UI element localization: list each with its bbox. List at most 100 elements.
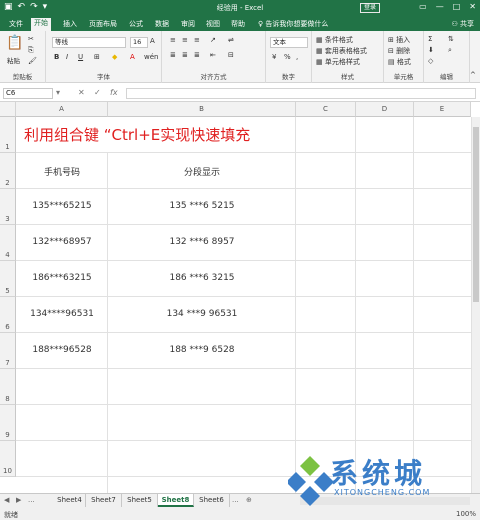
align-middle-icon[interactable]: ≡: [182, 36, 188, 44]
row-header-9[interactable]: 9: [0, 405, 16, 441]
copy-icon[interactable]: ⎘: [28, 46, 34, 55]
sheet-tab-sheet5[interactable]: Sheet5: [122, 494, 158, 507]
tab-help[interactable]: 帮助: [228, 19, 248, 30]
minimize-icon[interactable]: —: [436, 2, 444, 11]
cell-b3[interactable]: 135 ***6 5215: [108, 201, 296, 211]
merge-center-icon[interactable]: ⊟: [228, 51, 234, 59]
format-as-table-button[interactable]: ▦ 套用表格格式: [316, 46, 367, 56]
cell-b6[interactable]: 134 ***9 96531: [108, 309, 296, 319]
cell-styles-button[interactable]: ▦ 单元格样式: [316, 57, 360, 67]
autosum-icon[interactable]: Σ: [428, 35, 432, 43]
sort-filter-icon[interactable]: ⇅: [448, 35, 454, 43]
conditional-format-button[interactable]: ▦ 条件格式: [316, 35, 353, 45]
enter-icon[interactable]: ✓: [94, 88, 101, 97]
tab-home[interactable]: 开始: [31, 18, 51, 31]
row-header-8[interactable]: 8: [0, 369, 16, 405]
row-header-1[interactable]: 1: [0, 117, 16, 153]
close-icon[interactable]: ✕: [469, 2, 476, 11]
cell-b7[interactable]: 188 ***9 6528: [108, 345, 296, 355]
more-sheets-left-icon[interactable]: ...: [28, 496, 35, 504]
column-header-a[interactable]: A: [16, 102, 108, 117]
tab-data[interactable]: 数据: [152, 19, 172, 30]
next-sheet-icon[interactable]: ▶: [16, 496, 21, 504]
row-header-5[interactable]: 5: [0, 261, 16, 297]
select-all-corner[interactable]: [0, 102, 16, 117]
orientation-icon[interactable]: ↗: [210, 36, 216, 44]
align-left-icon[interactable]: ≣: [170, 51, 176, 59]
name-box-dropdown-icon[interactable]: ▾: [56, 88, 60, 97]
column-header-b[interactable]: B: [108, 102, 296, 117]
font-name-select[interactable]: 等线: [52, 37, 126, 48]
maximize-icon[interactable]: □: [453, 2, 461, 11]
align-bottom-icon[interactable]: ≡: [194, 36, 200, 44]
italic-icon[interactable]: I: [66, 53, 68, 61]
vertical-scrollbar[interactable]: [471, 117, 480, 493]
tab-file[interactable]: 文件: [6, 19, 26, 30]
increase-font-icon[interactable]: A: [150, 37, 155, 45]
currency-icon[interactable]: ¥: [272, 53, 276, 61]
indent-icon[interactable]: ⇤: [210, 51, 216, 59]
cell-a4[interactable]: 132***68957: [16, 237, 108, 247]
format-cells-button[interactable]: ▤ 格式: [388, 57, 411, 67]
collapse-ribbon-icon[interactable]: ^: [470, 71, 476, 79]
name-box[interactable]: C6: [3, 88, 53, 99]
share-button[interactable]: ⚇ 共享: [451, 19, 474, 29]
column-header-d[interactable]: D: [356, 102, 414, 117]
paste-label[interactable]: 粘贴: [7, 55, 20, 65]
more-sheets-right-icon[interactable]: ...: [232, 496, 239, 504]
align-top-icon[interactable]: ≡: [170, 36, 176, 44]
scroll-thumb[interactable]: [473, 127, 479, 302]
find-select-icon[interactable]: ⌕: [448, 46, 452, 55]
cell-a5[interactable]: 186***63215: [16, 273, 108, 283]
tell-me-box[interactable]: ♀ 告诉我你想要做什么: [258, 19, 328, 29]
cut-icon[interactable]: ✂: [28, 35, 34, 43]
insert-function-icon[interactable]: fx: [110, 88, 118, 97]
column-header-c[interactable]: C: [296, 102, 356, 117]
cell-a2-header[interactable]: 手机号码: [16, 165, 108, 178]
percent-icon[interactable]: %: [284, 53, 291, 61]
border-icon[interactable]: ⊞: [94, 53, 100, 61]
tab-formulas[interactable]: 公式: [126, 19, 146, 30]
prev-sheet-icon[interactable]: ◀: [4, 496, 9, 504]
font-color-icon[interactable]: A: [130, 53, 135, 61]
cell-a7[interactable]: 188***96528: [16, 345, 108, 355]
row-header-6[interactable]: 6: [0, 297, 16, 333]
row-header-3[interactable]: 3: [0, 189, 16, 225]
tab-review[interactable]: 审阅: [178, 19, 198, 30]
align-center-icon[interactable]: ≣: [182, 51, 188, 59]
sheet-tab-sheet7[interactable]: Sheet7: [86, 494, 122, 507]
cell-a6[interactable]: 134****96531: [16, 309, 108, 319]
cell-b4[interactable]: 132 ***6 8957: [108, 237, 296, 247]
paste-icon[interactable]: 📋: [6, 35, 23, 51]
underline-icon[interactable]: U: [78, 53, 83, 61]
bold-icon[interactable]: B: [54, 53, 59, 61]
cell-a1-title[interactable]: 利用组合键 “Ctrl+E实现快速填充: [24, 124, 250, 145]
tab-page-layout[interactable]: 页面布局: [86, 19, 120, 30]
fill-icon[interactable]: ⬇: [428, 46, 434, 54]
phonetic-icon[interactable]: wén: [144, 53, 158, 61]
clear-icon[interactable]: ◇: [428, 57, 433, 65]
zoom-level[interactable]: 100%: [456, 510, 476, 518]
add-sheet-icon[interactable]: ⊕: [246, 496, 252, 504]
cell-b2-header[interactable]: 分段显示: [108, 165, 296, 178]
align-right-icon[interactable]: ≣: [194, 51, 200, 59]
delete-cells-button[interactable]: ⊟ 删除: [388, 46, 410, 56]
cancel-icon[interactable]: ✕: [78, 88, 85, 97]
column-header-e[interactable]: E: [414, 102, 471, 117]
formula-input[interactable]: [126, 88, 476, 99]
tab-view[interactable]: 视图: [203, 19, 223, 30]
cell-b5[interactable]: 186 ***6 3215: [108, 273, 296, 283]
sheet-tab-sheet6[interactable]: Sheet6: [194, 494, 230, 507]
wrap-text-icon[interactable]: ⇌: [228, 36, 234, 44]
comma-icon[interactable]: ,: [296, 53, 298, 61]
sheet-tab-sheet4[interactable]: Sheet4: [54, 494, 86, 507]
number-format-select[interactable]: 文本: [270, 37, 308, 48]
login-button[interactable]: 登录: [360, 3, 380, 13]
sheet-tab-sheet8[interactable]: Sheet8: [158, 494, 194, 507]
row-header-10[interactable]: 10: [0, 441, 16, 477]
row-header-7[interactable]: 7: [0, 333, 16, 369]
row-header-4[interactable]: 4: [0, 225, 16, 261]
ribbon-display-icon[interactable]: ▭: [419, 2, 427, 11]
row-header-2[interactable]: 2: [0, 153, 16, 189]
cell-a3[interactable]: 135***65215: [16, 201, 108, 211]
